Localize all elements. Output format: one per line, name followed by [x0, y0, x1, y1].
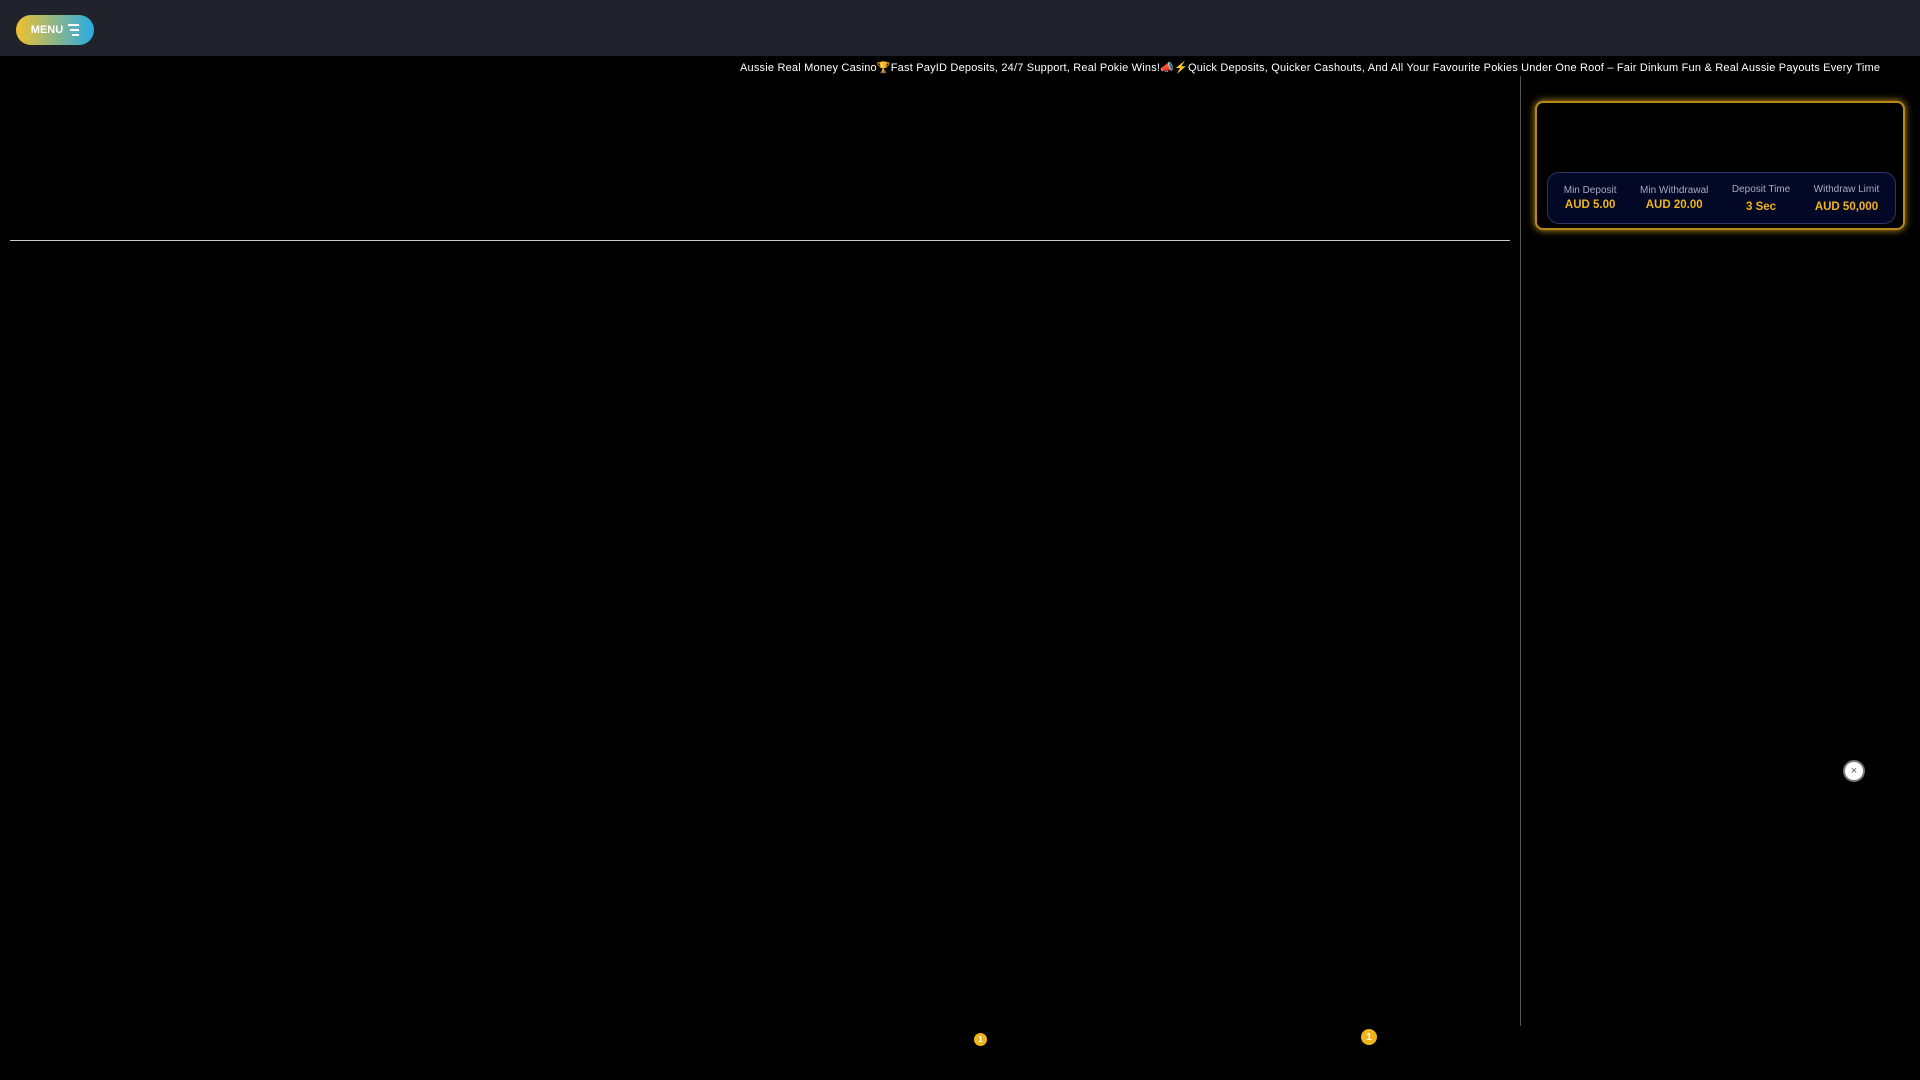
stat-min-withdrawal: Min Withdrawal AUD 20.00 [1640, 185, 1708, 211]
stat-value: AUD 5.00 [1564, 199, 1616, 211]
stat-label: Deposit Time [1731, 183, 1791, 195]
stat-value: 3 Sec [1745, 200, 1777, 213]
stat-label: Min Deposit [1563, 185, 1617, 196]
announcement-ticker: Aussie Real Money Casino🏆Fast PayID Depo… [740, 62, 1881, 74]
stat-label: Min Withdrawal [1640, 185, 1709, 196]
stats-panel: Min Deposit AUD 5.00 Min Withdrawal AUD 20… [1547, 172, 1896, 224]
menu-label: MENU [30, 24, 64, 36]
stat-value: AUD 20.00 [1645, 199, 1703, 211]
hamburger-icon [68, 24, 80, 36]
top-header: MENU [0, 0, 1920, 56]
close-icon[interactable]: × [1843, 760, 1865, 782]
stat-label: Withdraw Limit [1813, 183, 1880, 195]
stat-min-deposit: Min Deposit AUD 5.00 [1564, 185, 1617, 211]
menu-button[interactable]: MENU [16, 15, 94, 45]
stat-withdraw-limit: Withdraw Limit AUD 50,000 [1814, 184, 1880, 213]
divider [10, 240, 1510, 241]
stat-value: AUD 50,000 [1814, 200, 1879, 213]
stat-deposit-time: Deposit Time 3 Sec [1732, 184, 1790, 213]
casino-info-card: Min Deposit AUD 5.00 Min Withdrawal AUD 20… [1535, 101, 1905, 230]
notification-badge[interactable]: 1 [1361, 1029, 1377, 1045]
sidebar-divider [1520, 76, 1521, 1026]
notification-badge[interactable]: 1 [974, 1033, 987, 1046]
